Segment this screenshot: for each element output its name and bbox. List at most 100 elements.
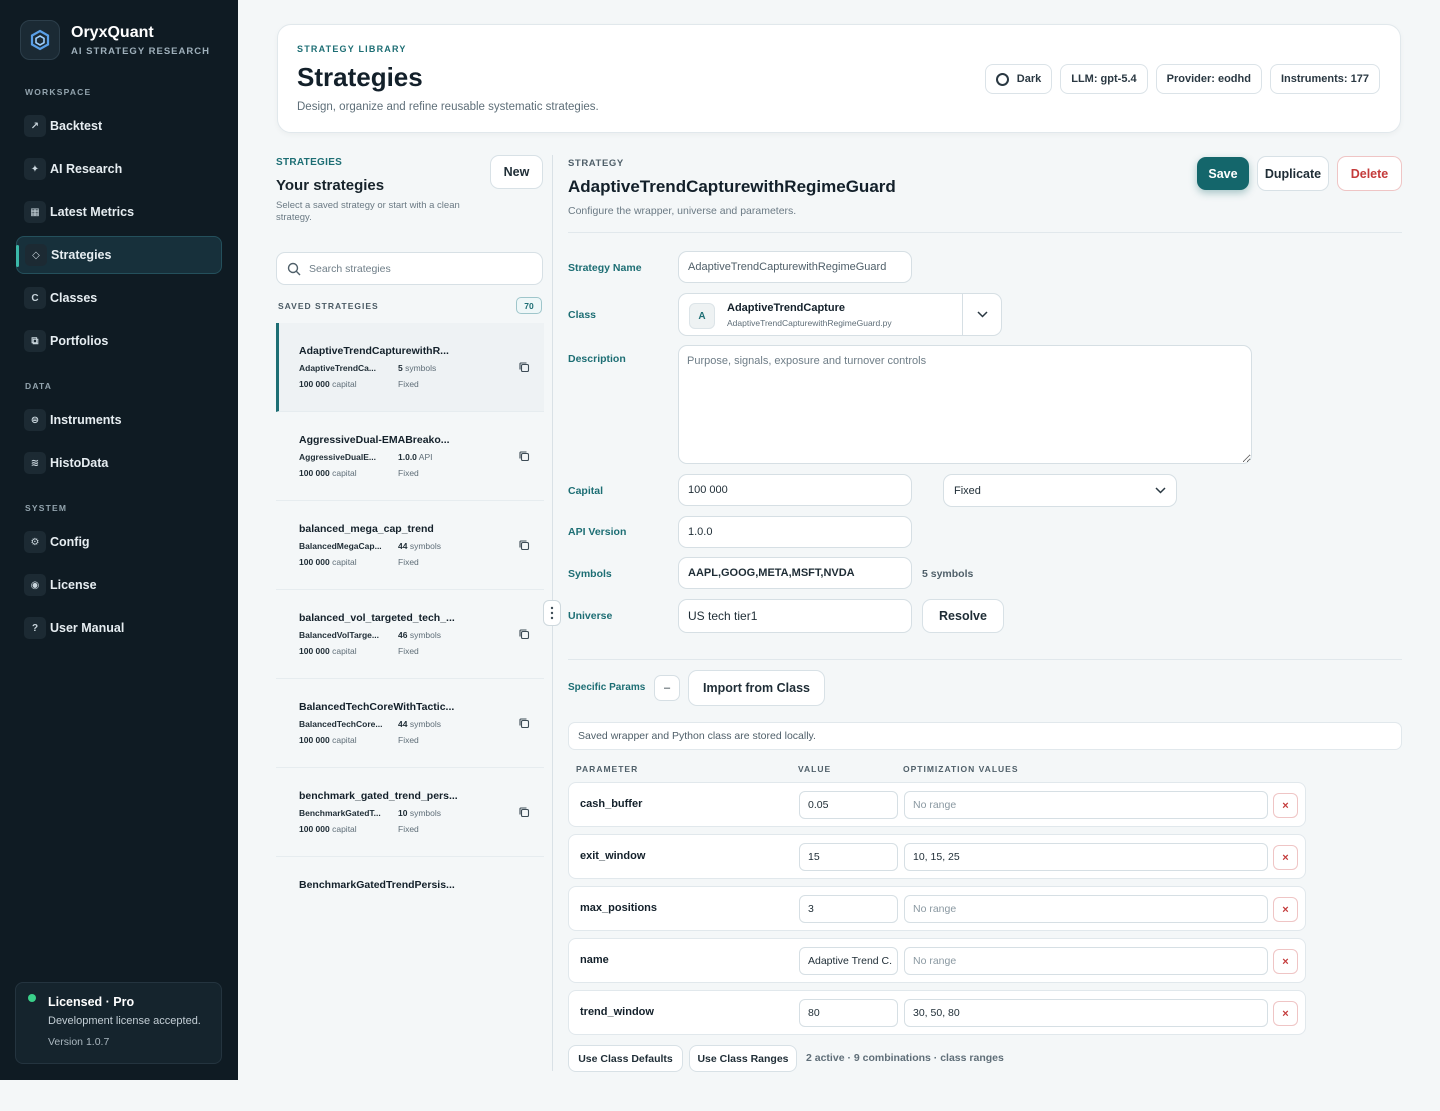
header-eyebrow: STRATEGY LIBRARY	[297, 44, 407, 54]
strategy-name-field	[678, 251, 912, 283]
description-label: Description	[568, 353, 626, 365]
sidebar-item-config[interactable]: ⚙ Config	[16, 523, 222, 561]
chevron-down-icon[interactable]	[962, 294, 1001, 335]
section-label-data: DATA	[25, 381, 53, 391]
strategy-name: BenchmarkGatedTrendPersis...	[299, 879, 455, 891]
copy-icon[interactable]	[518, 717, 530, 729]
resolve-button[interactable]: Resolve	[922, 599, 1004, 633]
duplicate-button[interactable]: Duplicate	[1257, 156, 1329, 191]
param-value-input[interactable]: 3	[799, 895, 898, 923]
copy-icon[interactable]	[518, 806, 530, 818]
use-class-ranges-button[interactable]: Use Class Ranges	[689, 1045, 797, 1072]
remove-param-button[interactable]: ×	[1273, 793, 1298, 818]
strategy-meta-value: 1.0.0	[398, 452, 417, 462]
sidebar-item-license[interactable]: ◉ License	[16, 566, 222, 604]
strategy-name: BalancedTechCoreWithTactic...	[299, 701, 455, 713]
api-version-input[interactable]	[688, 526, 911, 538]
sidebar-item-backtest[interactable]: ↗ Backtest	[16, 107, 222, 145]
saved-count-badge: 70	[516, 297, 542, 314]
param-range-input[interactable]: No range	[904, 895, 1268, 923]
collapse-params-button[interactable]: –	[654, 675, 680, 701]
param-value-input[interactable]: 80	[799, 999, 898, 1027]
capital-mode-select[interactable]: Fixed	[943, 474, 1177, 507]
brand[interactable]: OryxQuant AI STRATEGY RESEARCH	[20, 20, 210, 60]
remove-param-button[interactable]: ×	[1273, 949, 1298, 974]
theme-toggle-button[interactable]: Dark	[984, 64, 1053, 94]
gear-icon: ⚙	[24, 531, 46, 553]
sidebar-item-label: Instruments	[50, 413, 122, 427]
detail-subtitle: Configure the wrapper, universe and para…	[568, 205, 797, 217]
strategy-meta-label: symbols	[407, 541, 442, 551]
search-input[interactable]	[309, 262, 509, 275]
copy-icon[interactable]	[518, 539, 530, 551]
sidebar-item-strategies[interactable]: ◇ Strategies	[16, 236, 222, 274]
list-item[interactable]: BalancedTechCoreWithTactic... BalancedTe…	[276, 679, 544, 768]
new-strategy-button[interactable]: New	[490, 155, 543, 189]
sidebar-item-histodata[interactable]: ≋ HistoData	[16, 444, 222, 482]
sidebar-item-label: Backtest	[50, 119, 103, 133]
sidebar-item-label: User Manual	[50, 621, 125, 635]
list-item[interactable]: balanced_vol_targeted_tech_... BalancedV…	[276, 590, 544, 679]
description-textarea[interactable]	[678, 345, 1252, 464]
save-button[interactable]: Save	[1197, 157, 1249, 190]
list-item[interactable]: balanced_mega_cap_trend BalancedMegaCap.…	[276, 501, 544, 590]
llm-chip: LLM: gpt-5.4	[1060, 64, 1148, 94]
param-range-input[interactable]: No range	[904, 791, 1268, 819]
param-range-input[interactable]: 30, 50, 80	[904, 999, 1268, 1027]
sidebar-item-label: Latest Metrics	[50, 205, 135, 219]
remove-param-button[interactable]: ×	[1273, 845, 1298, 870]
list-title: Your strategies	[276, 177, 385, 194]
sidebar-item-classes[interactable]: C Classes	[16, 279, 222, 317]
strategy-mode: Fixed	[398, 468, 419, 478]
symbols-input[interactable]	[688, 567, 911, 579]
param-value-input[interactable]: 15	[799, 843, 898, 871]
list-item[interactable]: BenchmarkGatedTrendPersis...	[276, 857, 544, 897]
specific-params-label: Specific Params	[568, 682, 646, 693]
class-label: Class	[568, 309, 597, 321]
class-name: AdaptiveTrendCapture	[727, 302, 845, 314]
sidebar-item-ai-research[interactable]: ✦ AI Research	[16, 150, 222, 188]
strategy-name-input[interactable]	[688, 261, 911, 273]
saved-strategies-label: SAVED STRATEGIES	[278, 301, 379, 311]
sidebar-item-latest-metrics[interactable]: ▦ Latest Metrics	[16, 193, 222, 231]
copy-icon[interactable]	[518, 628, 530, 640]
import-from-class-button[interactable]: Import from Class	[688, 670, 825, 706]
storage-note: Saved wrapper and Python class are store…	[568, 722, 1402, 750]
column-header-parameter: PARAMETER	[576, 764, 639, 774]
list-item[interactable]: AggressiveDual-EMABreako... AggressiveDu…	[276, 412, 544, 501]
table-row: name Adaptive Trend C. No range ×	[568, 938, 1306, 983]
sidebar-item-user-manual[interactable]: ? User Manual	[16, 609, 222, 647]
sidebar-item-instruments[interactable]: ⊜ Instruments	[16, 401, 222, 439]
param-name: trend_window	[580, 1006, 654, 1018]
resize-handle[interactable]	[543, 600, 561, 626]
sidebar-item-label: Portfolios	[50, 334, 109, 348]
copy-icon[interactable]	[518, 361, 530, 373]
universe-input[interactable]	[688, 609, 911, 623]
instrument-icon: ⊜	[24, 409, 46, 431]
param-range-input[interactable]: No range	[904, 947, 1268, 975]
strategy-mode: Fixed	[398, 735, 419, 745]
class-select[interactable]: A AdaptiveTrendCapture AdaptiveTrendCapt…	[678, 293, 1002, 336]
remove-param-button[interactable]: ×	[1273, 897, 1298, 922]
search-icon	[287, 262, 301, 275]
detail-eyebrow: STRATEGY	[568, 158, 624, 169]
capital-mode-value: Fixed	[954, 484, 981, 497]
param-value-input[interactable]: 0.05	[799, 791, 898, 819]
remove-param-button[interactable]: ×	[1273, 1001, 1298, 1026]
list-item[interactable]: AdaptiveTrendCapturewithR... AdaptiveTre…	[276, 323, 544, 412]
param-value-input[interactable]: Adaptive Trend C.	[799, 947, 898, 975]
strategy-meta-label: API	[416, 452, 433, 462]
sidebar-item-portfolios[interactable]: ⧉ Portfolios	[16, 322, 222, 360]
instruments-chip: Instruments: 177	[1269, 64, 1380, 94]
param-range-input[interactable]: 10, 15, 25	[904, 843, 1268, 871]
divider	[568, 659, 1402, 660]
strategy-name: AggressiveDual-EMABreako...	[299, 434, 450, 446]
capital-input[interactable]	[688, 484, 911, 496]
strategy-capital: 100 000	[299, 824, 330, 834]
strategy-capital: 100 000	[299, 557, 330, 567]
delete-button[interactable]: Delete	[1337, 156, 1402, 191]
list-item[interactable]: benchmark_gated_trend_pers... BenchmarkG…	[276, 768, 544, 857]
strategy-class: AdaptiveTrendCa...	[299, 363, 376, 373]
copy-icon[interactable]	[518, 450, 530, 462]
use-class-defaults-button[interactable]: Use Class Defaults	[568, 1045, 683, 1072]
